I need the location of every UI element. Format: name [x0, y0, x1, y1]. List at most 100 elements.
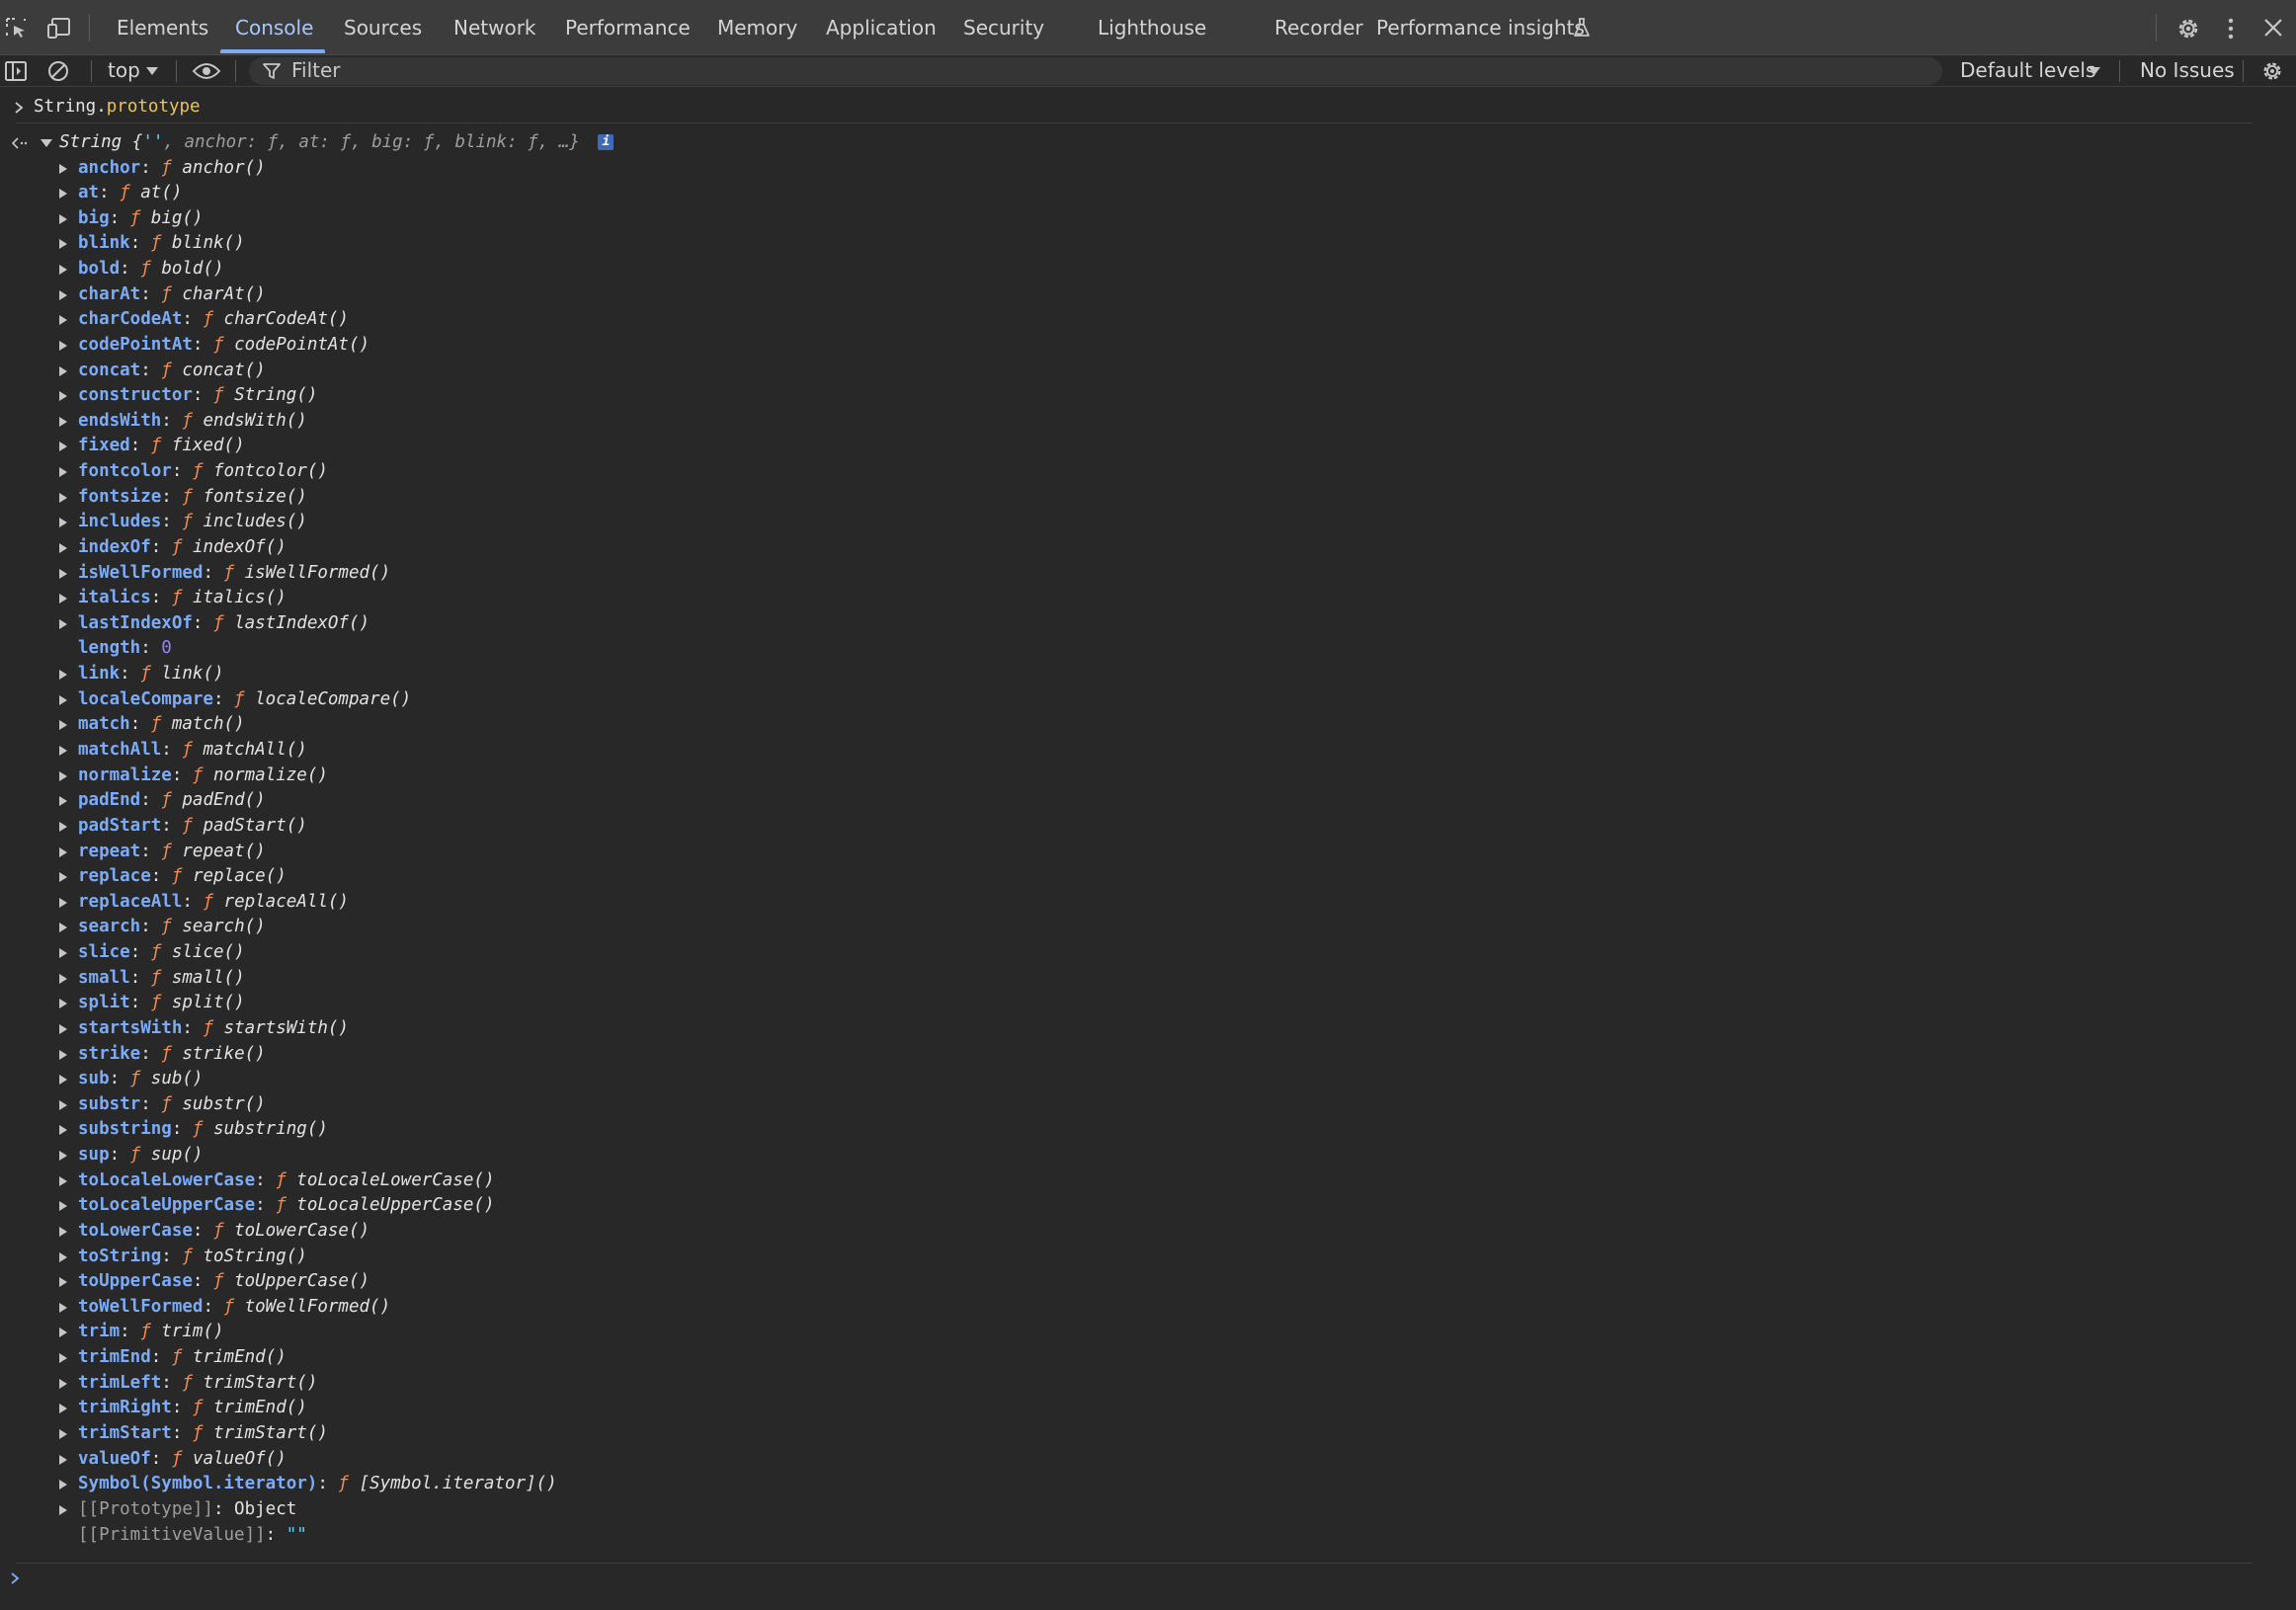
- expand-triangle-icon[interactable]: [59, 1175, 67, 1186]
- sidebar-toggle-icon[interactable]: [4, 60, 28, 82]
- expand-triangle-icon[interactable]: [59, 821, 67, 832]
- property-row[interactable]: trimEnd: ƒ trimEnd(): [0, 1345, 2296, 1371]
- property-row[interactable]: constructor: ƒ String(): [0, 383, 2296, 409]
- property-row[interactable]: toString: ƒ toString(): [0, 1245, 2296, 1270]
- expand-triangle-icon[interactable]: [59, 948, 67, 959]
- property-row[interactable]: padEnd: ƒ padEnd(): [0, 788, 2296, 814]
- property-row[interactable]: indexOf: ƒ indexOf(): [0, 535, 2296, 561]
- property-row[interactable]: charCodeAt: ƒ charCodeAt(): [0, 307, 2296, 333]
- property-row[interactable]: concat: ƒ concat(): [0, 359, 2296, 384]
- property-row[interactable]: match: ƒ match(): [0, 712, 2296, 738]
- tab-memory[interactable]: Memory: [717, 0, 797, 54]
- expand-triangle-icon[interactable]: [59, 442, 67, 452]
- expand-triangle-icon[interactable]: [59, 1429, 67, 1439]
- expand-triangle-icon[interactable]: [59, 1151, 67, 1162]
- expand-triangle-icon[interactable]: [59, 416, 67, 427]
- expand-triangle-icon[interactable]: [59, 694, 67, 705]
- property-row[interactable]: lastIndexOf: ƒ lastIndexOf(): [0, 611, 2296, 637]
- device-toolbar-icon[interactable]: [46, 15, 72, 40]
- property-row[interactable]: blink: ƒ blink(): [0, 231, 2296, 257]
- clear-console-icon[interactable]: [46, 59, 70, 83]
- expand-triangle-icon[interactable]: [59, 1251, 67, 1262]
- expand-triangle-icon[interactable]: [59, 1328, 67, 1338]
- inspect-element-icon[interactable]: [3, 15, 29, 40]
- property-row[interactable]: anchor: ƒ anchor(): [0, 156, 2296, 182]
- expand-triangle-icon[interactable]: [59, 189, 67, 200]
- property-row[interactable]: toLocaleLowerCase: ƒ toLocaleLowerCase(): [0, 1168, 2296, 1194]
- tab-sources[interactable]: Sources: [344, 0, 422, 54]
- expand-triangle-icon[interactable]: [59, 1049, 67, 1060]
- property-row[interactable]: normalize: ƒ normalize(): [0, 764, 2296, 789]
- expand-triangle-icon[interactable]: [59, 1277, 67, 1288]
- expand-triangle-icon[interactable]: [59, 594, 67, 604]
- property-row[interactable]: split: ƒ split(): [0, 991, 2296, 1016]
- log-levels-dropdown[interactable]: Default levels: [1960, 58, 2095, 82]
- expand-triangle-icon[interactable]: [59, 999, 67, 1009]
- property-row[interactable]: isWellFormed: ƒ isWellFormed(): [0, 561, 2296, 587]
- tab-application[interactable]: Application: [826, 0, 937, 54]
- expand-triangle-icon[interactable]: [59, 796, 67, 807]
- property-row[interactable]: repeat: ƒ repeat(): [0, 840, 2296, 865]
- close-icon[interactable]: [2262, 17, 2284, 39]
- property-row[interactable]: replaceAll: ƒ replaceAll(): [0, 890, 2296, 916]
- property-row[interactable]: codePointAt: ƒ codePointAt(): [0, 333, 2296, 359]
- expand-triangle-icon[interactable]: [59, 973, 67, 984]
- issues-counter[interactable]: No Issues: [2140, 58, 2235, 82]
- expand-triangle-icon[interactable]: [59, 1378, 67, 1389]
- expand-triangle-icon[interactable]: [59, 315, 67, 326]
- tab-recorder[interactable]: Recorder: [1274, 0, 1363, 54]
- expand-triangle-icon[interactable]: [59, 163, 67, 174]
- expand-triangle-icon[interactable]: [59, 239, 67, 250]
- property-row[interactable]: startsWith: ƒ startsWith(): [0, 1016, 2296, 1042]
- console-settings-gear-icon[interactable]: [2260, 59, 2284, 83]
- property-row[interactable]: fontsize: ƒ fontsize(): [0, 485, 2296, 511]
- property-row[interactable]: toWellFormed: ƒ toWellFormed(): [0, 1295, 2296, 1321]
- expand-triangle-icon[interactable]: [59, 1075, 67, 1086]
- settings-gear-icon[interactable]: [2175, 16, 2201, 41]
- property-row[interactable]: fontcolor: ƒ fontcolor(): [0, 459, 2296, 485]
- property-row[interactable]: matchAll: ƒ matchAll(): [0, 738, 2296, 764]
- property-row[interactable]: replace: ƒ replace(): [0, 864, 2296, 890]
- property-row[interactable]: includes: ƒ includes(): [0, 510, 2296, 535]
- property-row[interactable]: big: ƒ big(): [0, 206, 2296, 232]
- info-badge-icon[interactable]: i: [598, 134, 615, 150]
- property-row[interactable]: toLocaleUpperCase: ƒ toLocaleUpperCase(): [0, 1193, 2296, 1219]
- expand-triangle-icon[interactable]: [59, 289, 67, 300]
- property-row[interactable]: search: ƒ search(): [0, 915, 2296, 940]
- property-row[interactable]: slice: ƒ slice(): [0, 940, 2296, 966]
- property-row[interactable]: trimRight: ƒ trimEnd(): [0, 1396, 2296, 1421]
- tab-elements[interactable]: Elements: [117, 0, 208, 54]
- property-row[interactable]: padStart: ƒ padStart(): [0, 814, 2296, 840]
- tab-network[interactable]: Network: [453, 0, 536, 54]
- expand-triangle-icon[interactable]: [59, 1099, 67, 1110]
- expand-triangle-icon[interactable]: [59, 492, 67, 503]
- expand-triangle-icon[interactable]: [59, 1480, 67, 1490]
- expand-triangle-icon[interactable]: [59, 265, 67, 276]
- expand-triangle-icon[interactable]: [59, 720, 67, 731]
- property-row[interactable]: at: ƒ at(): [0, 181, 2296, 206]
- context-selector[interactable]: top: [108, 58, 140, 82]
- tab-performance-insights[interactable]: Performance insights: [1376, 0, 1585, 54]
- tab-lighthouse[interactable]: Lighthouse: [1098, 0, 1206, 54]
- expand-triangle-down-icon[interactable]: [41, 138, 52, 148]
- property-row[interactable]: [[PrimitiveValue]]: "": [0, 1523, 2296, 1549]
- expand-triangle-icon[interactable]: [59, 1504, 67, 1515]
- expand-triangle-icon[interactable]: [59, 618, 67, 629]
- property-row[interactable]: italics: ƒ italics(): [0, 586, 2296, 611]
- property-row[interactable]: localeCompare: ƒ localeCompare(): [0, 687, 2296, 713]
- expand-triangle-icon[interactable]: [59, 1201, 67, 1212]
- console-prompt-icon[interactable]: [10, 1572, 20, 1584]
- property-row[interactable]: bold: ƒ bold(): [0, 257, 2296, 282]
- property-row[interactable]: toUpperCase: ƒ toUpperCase(): [0, 1269, 2296, 1295]
- property-row[interactable]: toLowerCase: ƒ toLowerCase(): [0, 1219, 2296, 1245]
- expand-triangle-icon[interactable]: [59, 568, 67, 579]
- property-row[interactable]: substring: ƒ substring(): [0, 1117, 2296, 1143]
- expand-triangle-icon[interactable]: [59, 1023, 67, 1034]
- property-row[interactable]: valueOf: ƒ valueOf(): [0, 1447, 2296, 1473]
- expand-triangle-icon[interactable]: [59, 745, 67, 756]
- property-row[interactable]: sup: ƒ sup(): [0, 1143, 2296, 1168]
- expand-triangle-icon[interactable]: [59, 213, 67, 224]
- expand-triangle-icon[interactable]: [59, 1404, 67, 1414]
- tab-security[interactable]: Security: [963, 0, 1044, 54]
- expand-triangle-icon[interactable]: [59, 923, 67, 933]
